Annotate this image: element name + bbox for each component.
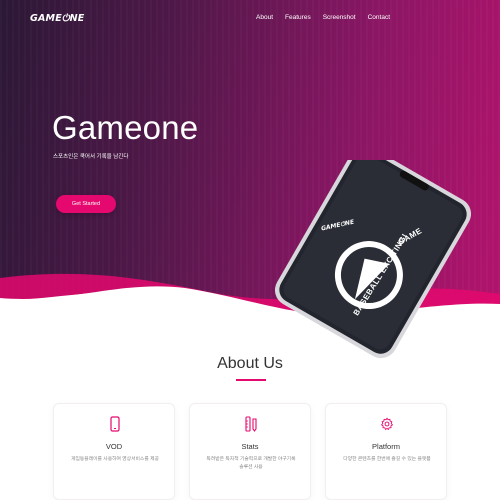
feature-title: VOD	[105, 442, 123, 451]
top-nav: GAME⏻NE About Features Screenshot Contac…	[0, 0, 500, 40]
feature-description: 게임동플레이를 사용하여 영상서비스를 제공	[71, 457, 159, 462]
feature-card-platform: Platform 다양한 콘텐츠를 한번에 즐길 수 있는 플랫폼	[325, 403, 447, 500]
nav-menu: About Features Screenshot Contact	[256, 14, 390, 21]
feature-title: Stats	[241, 442, 259, 451]
get-started-button[interactable]: Get Started	[56, 195, 116, 213]
feature-description: 다양한 콘텐츠를 한번에 즐길 수 있는 플랫폼	[343, 457, 431, 462]
about-title-underline	[236, 379, 266, 381]
gear-icon	[380, 417, 394, 431]
feature-description: 독려받은 독자적 기술력으로 개발한 야구기록 솔루션 사용	[206, 457, 296, 470]
pencil-ruler-icon	[245, 416, 257, 432]
nav-item-features[interactable]: Features	[285, 14, 311, 21]
hero-title: Gameone	[52, 109, 199, 146]
about-title: About Us	[217, 355, 283, 372]
site-logo[interactable]: GAME⏻NE	[30, 13, 84, 24]
hero-subtitle: 스포츠인은 쿡어서 기록을 남긴다	[53, 154, 129, 160]
nav-item-about[interactable]: About	[256, 14, 273, 21]
nav-item-screenshot[interactable]: Screenshot	[323, 14, 356, 21]
nav-item-contact[interactable]: Contact	[368, 14, 390, 21]
feature-card-stats: Stats 독려받은 독자적 기술력으로 개발한 야구기록 솔루션 사용	[189, 403, 311, 500]
feature-card-vod: VOD 게임동플레이를 사용하여 영상서비스를 제공	[53, 403, 175, 500]
phone-mockup: GAME⏻NE BASEBALL EXCITING! GAME	[255, 145, 485, 360]
feature-title: Platform	[372, 442, 400, 451]
mobile-icon	[110, 416, 120, 432]
